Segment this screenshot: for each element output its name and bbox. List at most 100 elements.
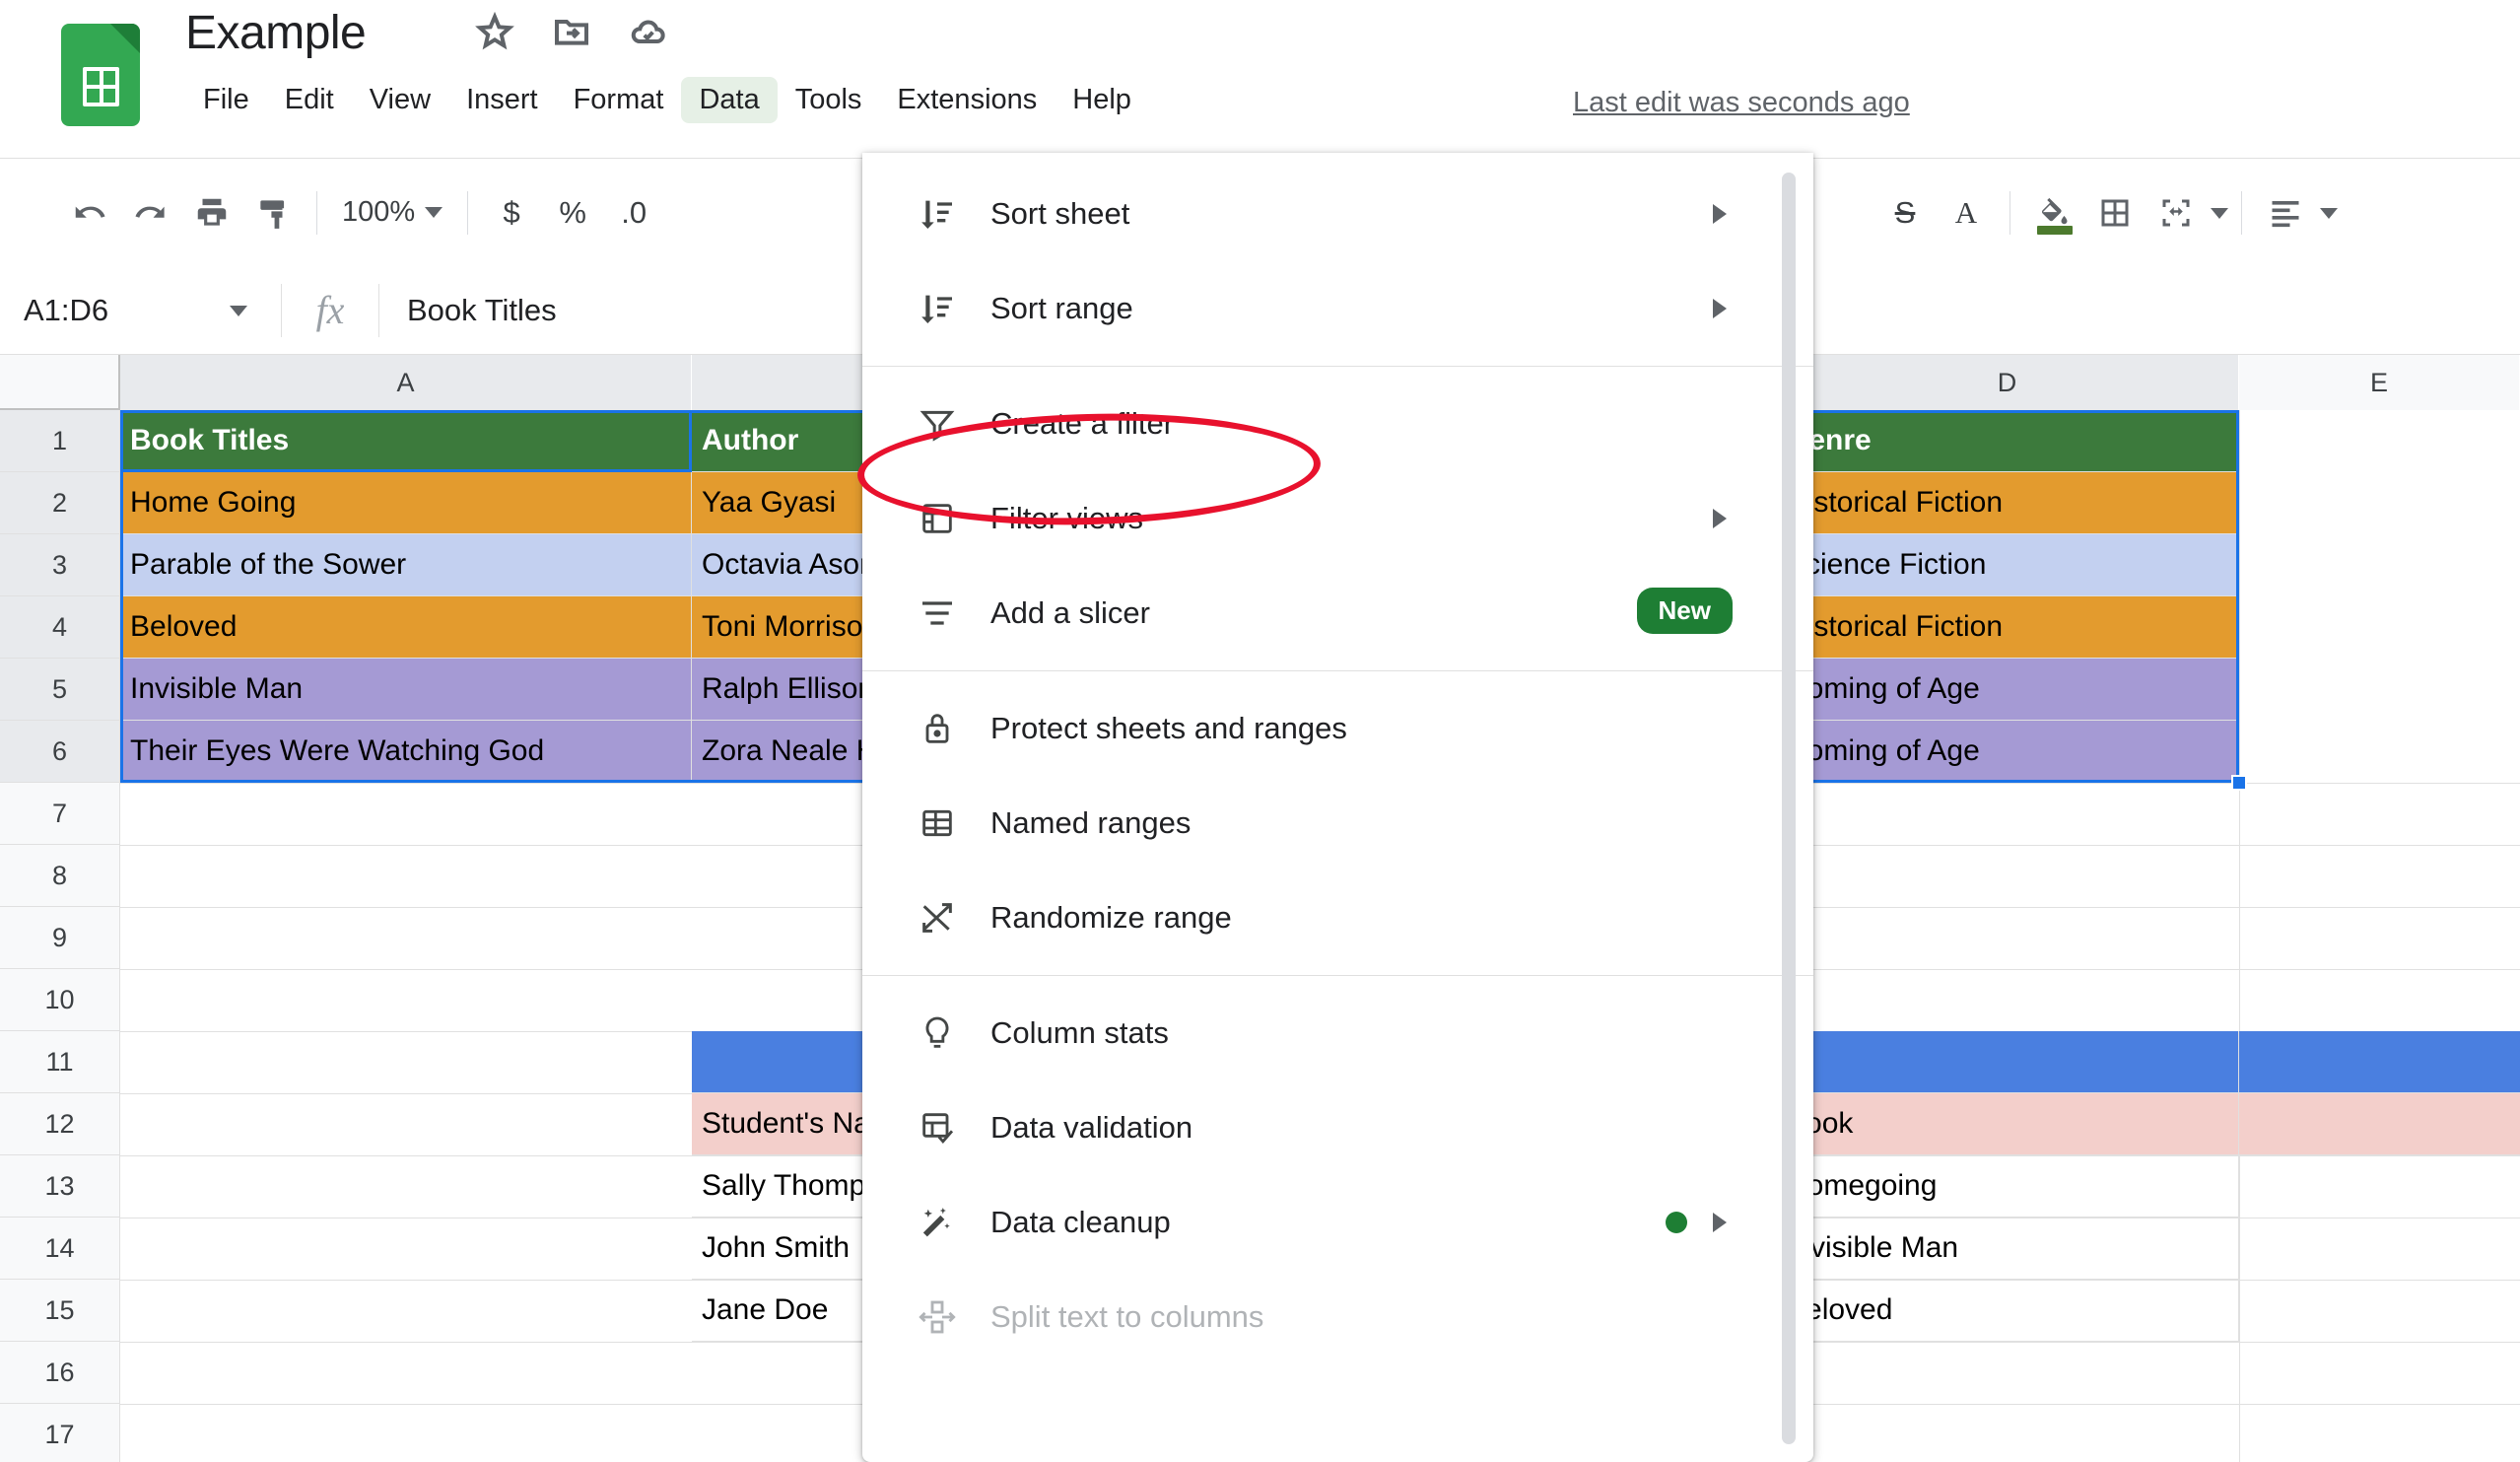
move-to-folder-icon[interactable] <box>550 10 593 53</box>
paint-format-icon[interactable] <box>242 182 304 244</box>
chevron-down-icon[interactable] <box>230 305 247 316</box>
row-header-15[interactable]: 15 <box>0 1280 120 1342</box>
menu-extensions[interactable]: Extensions <box>879 77 1055 123</box>
cell-e11[interactable] <box>2239 1031 2520 1093</box>
page-title[interactable]: Example <box>185 6 367 60</box>
currency-format-button[interactable]: $ <box>481 182 542 244</box>
cell-d5[interactable]: Coming of Age <box>1776 659 2239 721</box>
row-header-6[interactable]: 6 <box>0 721 120 783</box>
menu-scrollbar[interactable] <box>1782 173 1796 1444</box>
row-header-5[interactable]: 5 <box>0 659 120 721</box>
row-header-13[interactable]: 13 <box>0 1155 120 1218</box>
row-header-14[interactable]: 14 <box>0 1218 120 1280</box>
row-header-16[interactable]: 16 <box>0 1342 120 1404</box>
cell-d1[interactable]: Genre <box>1776 410 2239 472</box>
cell-d15[interactable]: Beloved <box>1776 1280 2239 1342</box>
menu-item-add-a-slicer[interactable]: Add a slicer New <box>862 566 1813 661</box>
merge-cells-icon[interactable] <box>2145 182 2207 244</box>
name-box-value: A1:D6 <box>24 292 109 327</box>
row-header-12[interactable]: 12 <box>0 1093 120 1155</box>
cell-a2[interactable]: Home Going <box>120 472 692 534</box>
toolbar-divider <box>316 190 317 235</box>
select-all-corner[interactable] <box>0 355 120 410</box>
name-box[interactable]: A1:D6 <box>0 266 281 354</box>
horizontal-align-icon[interactable] <box>2255 182 2316 244</box>
cell-a1[interactable]: Book Titles <box>120 410 692 472</box>
row-header-17[interactable]: 17 <box>0 1404 120 1462</box>
cell-d14[interactable]: Invisible Man <box>1776 1218 2239 1280</box>
menu-view[interactable]: View <box>352 77 448 123</box>
formula-input[interactable]: Book Titles <box>379 293 557 328</box>
row-header-3[interactable]: 3 <box>0 534 120 596</box>
menu-item-randomize-range[interactable]: Randomize range <box>862 870 1813 965</box>
cell-a5[interactable]: Invisible Man <box>120 659 692 721</box>
menu-tools[interactable]: Tools <box>778 77 880 123</box>
row-header-1[interactable]: 1 <box>0 410 120 472</box>
row-header-9[interactable]: 9 <box>0 907 120 969</box>
chevron-down-icon[interactable] <box>2211 207 2228 219</box>
menu-item-sort-range[interactable]: Sort range <box>862 261 1813 356</box>
star-icon[interactable] <box>473 10 516 53</box>
strikethrough-button[interactable]: S <box>1874 182 1936 244</box>
row-header-10[interactable]: 10 <box>0 969 120 1031</box>
cloud-saved-icon[interactable] <box>627 10 670 53</box>
menu-divider <box>862 975 1813 976</box>
fill-color-icon[interactable] <box>2023 182 2084 244</box>
menu-item-label: Data validation <box>990 1110 1193 1145</box>
row-header-8[interactable]: 8 <box>0 845 120 907</box>
undo-icon[interactable] <box>59 182 120 244</box>
menu-item-named-ranges[interactable]: Named ranges <box>862 776 1813 870</box>
row-header-11[interactable]: 11 <box>0 1031 120 1093</box>
menu-data[interactable]: Data <box>681 77 778 123</box>
row-header-4[interactable]: 4 <box>0 596 120 659</box>
menu-item-data-validation[interactable]: Data validation <box>862 1080 1813 1175</box>
title-icon-group <box>473 10 670 53</box>
menu-file[interactable]: File <box>185 77 267 123</box>
zoom-control[interactable]: 100% <box>330 196 454 229</box>
decrease-decimal-button[interactable]: .0 <box>603 182 664 244</box>
menu-item-sort-sheet[interactable]: Sort sheet <box>862 167 1813 261</box>
column-header-a[interactable]: A <box>120 355 692 410</box>
fill-handle[interactable] <box>2231 775 2247 791</box>
last-edit-status[interactable]: Last edit was seconds ago <box>1573 87 1910 119</box>
borders-icon[interactable] <box>2084 182 2145 244</box>
cell-e12[interactable] <box>2239 1093 2520 1155</box>
cell-d13[interactable]: Homegoing <box>1776 1155 2239 1218</box>
named-ranges-icon <box>918 803 977 843</box>
data-menu-dropdown[interactable]: Sort sheet Sort range Create a filter Fi… <box>862 153 1813 1462</box>
cell-a4[interactable]: Beloved <box>120 596 692 659</box>
lock-icon <box>918 709 977 748</box>
text-color-button[interactable]: A <box>1936 182 1997 244</box>
cell-d2[interactable]: Historical Fiction <box>1776 472 2239 534</box>
row-header-2[interactable]: 2 <box>0 472 120 534</box>
chevron-down-icon[interactable] <box>2320 207 2338 219</box>
menu-item-create-a-filter[interactable]: Create a filter <box>862 377 1813 471</box>
chevron-down-icon[interactable] <box>425 207 443 218</box>
column-header-e[interactable]: E <box>2239 355 2520 410</box>
menu-item-filter-views[interactable]: Filter views <box>862 471 1813 566</box>
cell-a6[interactable]: Their Eyes Were Watching God <box>120 721 692 783</box>
menu-help[interactable]: Help <box>1055 77 1149 123</box>
cell-d11[interactable] <box>1776 1031 2239 1093</box>
menu-format[interactable]: Format <box>556 77 682 123</box>
menu-item-protect-sheets-and-ranges[interactable]: Protect sheets and ranges <box>862 681 1813 776</box>
percent-format-button[interactable]: % <box>542 182 603 244</box>
print-icon[interactable] <box>181 182 242 244</box>
menu-bar: File Edit View Insert Format Data Tools … <box>185 77 1149 123</box>
cell-d12[interactable]: Book <box>1776 1093 2239 1155</box>
submenu-arrow-icon <box>1713 509 1727 528</box>
menu-item-data-cleanup[interactable]: Data cleanup <box>862 1175 1813 1270</box>
redo-icon[interactable] <box>120 182 181 244</box>
menu-item-column-stats[interactable]: Column stats <box>862 986 1813 1080</box>
cell-d4[interactable]: Historical Fiction <box>1776 596 2239 659</box>
sort-icon <box>918 194 977 234</box>
column-header-d[interactable]: D <box>1776 355 2239 410</box>
sheets-logo-icon[interactable] <box>61 24 140 126</box>
row-header-7[interactable]: 7 <box>0 783 120 845</box>
menu-insert[interactable]: Insert <box>448 77 556 123</box>
menu-edit[interactable]: Edit <box>267 77 352 123</box>
cell-d3[interactable]: Science Fiction <box>1776 534 2239 596</box>
cell-d6[interactable]: Coming of Age <box>1776 721 2239 783</box>
cell-a3[interactable]: Parable of the Sower <box>120 534 692 596</box>
menu-divider <box>862 670 1813 671</box>
